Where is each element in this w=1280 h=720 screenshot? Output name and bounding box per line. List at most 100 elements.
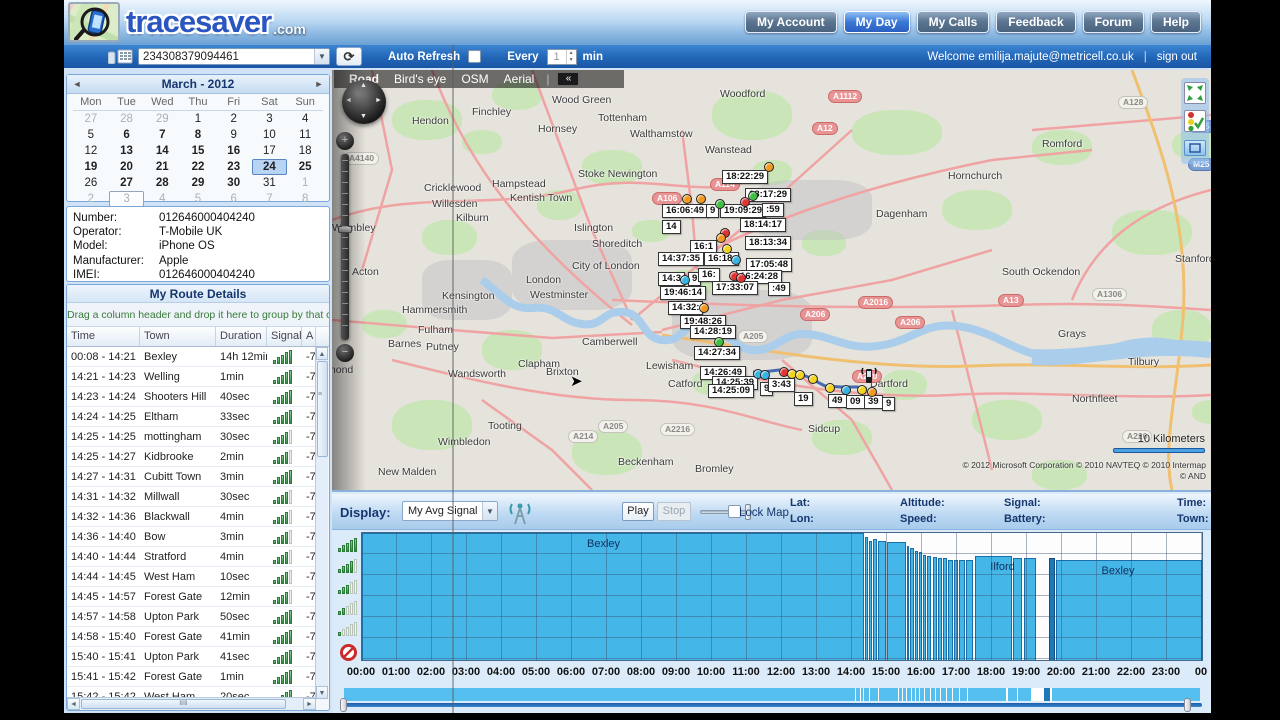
route-point-marker[interactable]: [715, 199, 725, 209]
route-point-marker[interactable]: [682, 194, 692, 204]
calendar-day[interactable]: 10: [252, 127, 288, 143]
calendar-day[interactable]: 13: [109, 143, 145, 159]
route-point-marker[interactable]: [714, 337, 724, 347]
column-header-time[interactable]: Time: [67, 327, 140, 346]
calendar-day[interactable]: 2: [73, 191, 109, 207]
route-point-marker[interactable]: [825, 383, 835, 393]
zoom-slider-track[interactable]: [338, 154, 352, 340]
scroll-down-icon[interactable]: ▼: [316, 686, 328, 699]
route-point-marker[interactable]: [857, 385, 867, 395]
calendar-day[interactable]: 17: [252, 143, 288, 159]
calendar-day[interactable]: 20: [109, 159, 145, 175]
calendar-day[interactable]: 26: [73, 175, 109, 191]
calendar-day[interactable]: 27: [73, 111, 109, 127]
table-row[interactable]: 14:44 - 14:45 West Ham 10sec -7: [67, 567, 316, 587]
nav-button-my-day[interactable]: My Day: [843, 11, 910, 33]
calendar-day[interactable]: 8: [180, 127, 216, 143]
pan-down-icon[interactable]: ▼: [360, 113, 367, 120]
table-row[interactable]: 14:40 - 14:44 Stratford 4min -7: [67, 547, 316, 567]
timestamp-label[interactable]: 39: [864, 395, 883, 409]
route-point-marker[interactable]: [795, 370, 805, 380]
map-tab-aerial[interactable]: Aerial: [504, 72, 535, 86]
calendar-day[interactable]: 6: [109, 127, 145, 143]
calendar-day[interactable]: 3: [252, 111, 288, 127]
calendar-day[interactable]: 29: [180, 175, 216, 191]
nav-button-feedback[interactable]: Feedback: [996, 11, 1076, 33]
calendar-day[interactable]: 29: [144, 111, 180, 127]
pan-up-icon[interactable]: ▲: [360, 82, 367, 89]
calendar-day[interactable]: 11: [287, 127, 323, 143]
nav-button-my-calls[interactable]: My Calls: [916, 11, 990, 33]
route-table-vertical-scrollbar[interactable]: ▲ ≡ ▼: [315, 347, 328, 699]
calendar-day[interactable]: 30: [216, 175, 252, 191]
column-header-signal[interactable]: Signal: [267, 327, 302, 346]
calendar-next-icon[interactable]: ►: [309, 79, 329, 89]
interval-spinner[interactable]: 1 ▲ ▼: [546, 48, 577, 65]
calendar-day[interactable]: 4: [144, 191, 180, 207]
calendar-day[interactable]: 31: [252, 175, 288, 191]
pan-left-icon[interactable]: ◄: [345, 97, 352, 104]
nav-button-help[interactable]: Help: [1150, 11, 1201, 33]
fit-to-route-button[interactable]: [1184, 82, 1206, 104]
table-row[interactable]: 14:25 - 14:25 mottingham 30sec -7: [67, 427, 316, 447]
timestamp-label[interactable]: 17:33:07: [712, 281, 759, 295]
route-point-marker[interactable]: [841, 385, 851, 395]
horizontal-scroll-handle[interactable]: ⦀⦀⦀: [81, 699, 286, 709]
calendar-day[interactable]: 1: [287, 175, 323, 191]
timestamp-label[interactable]: 14:25:09: [708, 384, 755, 398]
calendar-day[interactable]: 4: [287, 111, 323, 127]
range-end-handle[interactable]: [1184, 698, 1191, 712]
auto-refresh-checkbox[interactable]: [468, 50, 482, 63]
route-point-marker[interactable]: [722, 244, 732, 254]
calendar-day[interactable]: 23: [216, 159, 252, 175]
timestamp-label[interactable]: 18:22:29: [722, 170, 769, 184]
calendar-day[interactable]: 25: [287, 159, 323, 175]
route-point-marker[interactable]: [731, 255, 741, 265]
calendar-day[interactable]: 8: [287, 191, 323, 207]
route-point-marker[interactable]: [699, 303, 709, 313]
zoom-out-icon[interactable]: −: [336, 344, 354, 362]
table-row[interactable]: 14:27 - 14:31 Cubitt Town 3min -7: [67, 467, 316, 487]
calendar-day[interactable]: 15: [180, 143, 216, 159]
table-row[interactable]: 14:36 - 14:40 Bow 3min -7: [67, 527, 316, 547]
map-area[interactable]: Hendon Finchley Wood Green Hornsey Tottenham…: [332, 70, 1211, 490]
timestamp-label[interactable]: 18:14:17: [740, 218, 787, 232]
calendar-day[interactable]: 16: [216, 143, 252, 159]
table-row[interactable]: 14:58 - 15:40 Forest Gate 41min -7: [67, 627, 316, 647]
timestamp-label[interactable]: 14: [662, 220, 681, 234]
refresh-button[interactable]: ⟳: [336, 47, 362, 66]
column-header-town[interactable]: Town: [140, 327, 216, 346]
zoom-in-icon[interactable]: +: [336, 132, 354, 150]
map-collapse-button[interactable]: «: [557, 72, 580, 86]
timeline-overview-bar[interactable]: [344, 688, 1200, 701]
table-row[interactable]: 00:08 - 14:21 Bexley 14h 12min -7: [67, 347, 316, 367]
timestamp-label[interactable]: 14:37:35: [658, 252, 705, 266]
route-point-marker[interactable]: [740, 197, 750, 207]
nav-button-my-account[interactable]: My Account: [745, 11, 837, 33]
table-row[interactable]: 15:41 - 15:42 Forest Gate 1min -7: [67, 667, 316, 687]
route-table-horizontal-scrollbar[interactable]: ◄ ⦀⦀⦀ ►: [67, 697, 316, 710]
calendar-day[interactable]: 28: [109, 111, 145, 127]
route-point-marker[interactable]: [716, 233, 726, 243]
timestamp-label[interactable]: 18:13:34: [745, 236, 792, 250]
calendar-day[interactable]: 19: [73, 159, 109, 175]
calendar-day[interactable]: 1: [180, 111, 216, 127]
route-point-marker[interactable]: [764, 162, 774, 172]
calendar-day[interactable]: 21: [144, 159, 180, 175]
calendar-day[interactable]: 24: [251, 159, 288, 175]
table-row[interactable]: 14:23 - 14:24 Shooters Hill 40sec -7: [67, 387, 316, 407]
timestamp-label[interactable]: 3:43: [768, 378, 796, 392]
timestamp-label[interactable]: 19:46:14: [660, 286, 707, 300]
table-row[interactable]: 14:57 - 14:58 Upton Park 50sec -7: [67, 607, 316, 627]
timestamp-label[interactable]: :49: [768, 282, 790, 296]
table-row[interactable]: 14:21 - 14:23 Welling 1min -7: [67, 367, 316, 387]
timestamp-label[interactable]: 19: [794, 392, 813, 406]
route-point-marker[interactable]: [808, 374, 818, 384]
scroll-left-icon[interactable]: ◄: [67, 698, 80, 710]
calendar-day[interactable]: 7: [144, 127, 180, 143]
pan-right-icon[interactable]: ►: [375, 97, 382, 104]
calendar-day[interactable]: 2: [216, 111, 252, 127]
column-header-duration[interactable]: Duration: [216, 327, 267, 346]
calendar-day[interactable]: 12: [73, 143, 109, 159]
calendar-day[interactable]: 28: [144, 175, 180, 191]
